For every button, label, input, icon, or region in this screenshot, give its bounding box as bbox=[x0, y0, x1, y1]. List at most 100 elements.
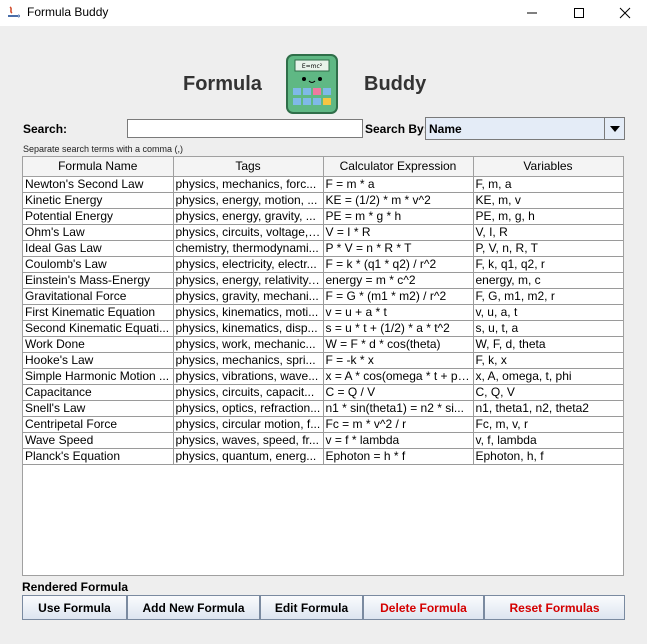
cell-variables[interactable]: F, m, a bbox=[473, 176, 623, 193]
cell-calculator-expression[interactable]: PE = m * g * h bbox=[323, 208, 474, 225]
cell-variables[interactable]: Fc, m, v, r bbox=[473, 416, 623, 433]
cell-calculator-expression[interactable]: F = G * (m1 * m2) / r^2 bbox=[323, 288, 474, 305]
cell-tags[interactable]: physics, energy, motion, ... bbox=[173, 192, 324, 209]
search-input[interactable] bbox=[127, 119, 363, 138]
table-row[interactable]: Potential Energy physics, energy, gravity… bbox=[23, 208, 623, 225]
table-row[interactable]: Ohm's Law physics, circuits, voltage, ...… bbox=[23, 224, 623, 241]
cell-variables[interactable]: W, F, d, theta bbox=[473, 336, 623, 353]
table-row[interactable]: Coulomb's Law physics, electricity, elect… bbox=[23, 256, 623, 273]
edit-formula-button[interactable]: Edit Formula bbox=[260, 595, 363, 620]
use-formula-button[interactable]: Use Formula bbox=[22, 595, 127, 620]
cell-formula-name[interactable]: Potential Energy bbox=[23, 208, 174, 225]
cell-variables[interactable]: F, k, x bbox=[473, 352, 623, 369]
cell-tags[interactable]: physics, circular motion, f... bbox=[173, 416, 324, 433]
table-row[interactable]: Wave Speed physics, waves, speed, fr... v … bbox=[23, 432, 623, 449]
cell-calculator-expression[interactable]: V = I * R bbox=[323, 224, 474, 241]
cell-calculator-expression[interactable]: W = F * d * cos(theta) bbox=[323, 336, 474, 353]
column-header-tags[interactable]: Tags bbox=[173, 157, 324, 177]
cell-variables[interactable]: Ephoton, h, f bbox=[473, 448, 623, 465]
cell-tags[interactable]: physics, energy, gravity, ... bbox=[173, 208, 324, 225]
cell-formula-name[interactable]: Einstein's Mass-Energy bbox=[23, 272, 174, 289]
cell-tags[interactable]: physics, optics, refraction... bbox=[173, 400, 324, 417]
cell-formula-name[interactable]: Ohm's Law bbox=[23, 224, 174, 241]
cell-tags[interactable]: physics, kinematics, disp... bbox=[173, 320, 324, 337]
cell-formula-name[interactable]: Coulomb's Law bbox=[23, 256, 174, 273]
add-new-formula-button[interactable]: Add New Formula bbox=[127, 595, 260, 620]
table-row[interactable]: Ideal Gas Law chemistry, thermodynami... P… bbox=[23, 240, 623, 257]
table-row[interactable]: Snell's Law physics, optics, refraction..… bbox=[23, 400, 623, 417]
cell-formula-name[interactable]: Second Kinematic Equati... bbox=[23, 320, 174, 337]
cell-formula-name[interactable]: Kinetic Energy bbox=[23, 192, 174, 209]
cell-tags[interactable]: physics, waves, speed, fr... bbox=[173, 432, 324, 449]
cell-tags[interactable]: physics, mechanics, spri... bbox=[173, 352, 324, 369]
cell-variables[interactable]: F, k, q1, q2, r bbox=[473, 256, 623, 273]
table-row[interactable]: Einstein's Mass-Energy physics, energy, r… bbox=[23, 272, 623, 289]
cell-variables[interactable]: x, A, omega, t, phi bbox=[473, 368, 623, 385]
cell-tags[interactable]: physics, energy, relativity,... bbox=[173, 272, 324, 289]
maximize-button[interactable] bbox=[556, 0, 602, 26]
table-row[interactable]: Simple Harmonic Motion ... physics, vibra… bbox=[23, 368, 623, 385]
cell-calculator-expression[interactable]: P * V = n * R * T bbox=[323, 240, 474, 257]
cell-variables[interactable]: P, V, n, R, T bbox=[473, 240, 623, 257]
cell-formula-name[interactable]: Work Done bbox=[23, 336, 174, 353]
table-row[interactable]: First Kinematic Equation physics, kinemat… bbox=[23, 304, 623, 321]
cell-formula-name[interactable]: First Kinematic Equation bbox=[23, 304, 174, 321]
dropdown-arrow-button[interactable] bbox=[604, 118, 624, 139]
table-row[interactable]: Newton's Second Law physics, mechanics, f… bbox=[23, 176, 623, 193]
cell-calculator-expression[interactable]: v = u + a * t bbox=[323, 304, 474, 321]
table-row[interactable]: Gravitational Force physics, gravity, mec… bbox=[23, 288, 623, 305]
cell-tags[interactable]: physics, circuits, capacit... bbox=[173, 384, 324, 401]
cell-calculator-expression[interactable]: KE = (1/2) * m * v^2 bbox=[323, 192, 474, 209]
cell-tags[interactable]: physics, quantum, energ... bbox=[173, 448, 324, 465]
cell-tags[interactable]: physics, electricity, electr... bbox=[173, 256, 324, 273]
cell-variables[interactable]: C, Q, V bbox=[473, 384, 623, 401]
column-header-calculator-expression[interactable]: Calculator Expression bbox=[323, 157, 474, 177]
delete-formula-button[interactable]: Delete Formula bbox=[363, 595, 484, 620]
cell-calculator-expression[interactable]: s = u * t + (1/2) * a * t^2 bbox=[323, 320, 474, 337]
cell-tags[interactable]: physics, kinematics, moti... bbox=[173, 304, 324, 321]
cell-formula-name[interactable]: Snell's Law bbox=[23, 400, 174, 417]
cell-variables[interactable]: energy, m, c bbox=[473, 272, 623, 289]
cell-variables[interactable]: KE, m, v bbox=[473, 192, 623, 209]
table-row[interactable]: Centripetal Force physics, circular motio… bbox=[23, 416, 623, 433]
cell-calculator-expression[interactable]: Ephoton = h * f bbox=[323, 448, 474, 465]
cell-calculator-expression[interactable]: C = Q / V bbox=[323, 384, 474, 401]
cell-variables[interactable]: V, I, R bbox=[473, 224, 623, 241]
cell-variables[interactable]: n1, theta1, n2, theta2 bbox=[473, 400, 623, 417]
column-header-formula-name[interactable]: Formula Name bbox=[23, 157, 174, 177]
table-row[interactable]: Second Kinematic Equati... physics, kinem… bbox=[23, 320, 623, 337]
minimize-button[interactable] bbox=[509, 0, 555, 26]
cell-calculator-expression[interactable]: n1 * sin(theta1) = n2 * si... bbox=[323, 400, 474, 417]
cell-calculator-expression[interactable]: F = k * (q1 * q2) / r^2 bbox=[323, 256, 474, 273]
formula-table[interactable]: Formula Name Tags Calculator Expression … bbox=[22, 156, 624, 576]
cell-formula-name[interactable]: Newton's Second Law bbox=[23, 176, 174, 193]
cell-formula-name[interactable]: Ideal Gas Law bbox=[23, 240, 174, 257]
cell-formula-name[interactable]: Planck's Equation bbox=[23, 448, 174, 465]
cell-variables[interactable]: v, u, a, t bbox=[473, 304, 623, 321]
table-row[interactable]: Work Done physics, work, mechanic... W = F… bbox=[23, 336, 623, 353]
cell-variables[interactable]: s, u, t, a bbox=[473, 320, 623, 337]
table-row[interactable]: Planck's Equation physics, quantum, energ… bbox=[23, 448, 623, 465]
close-button[interactable] bbox=[602, 0, 647, 26]
cell-formula-name[interactable]: Centripetal Force bbox=[23, 416, 174, 433]
reset-formulas-button[interactable]: Reset Formulas bbox=[484, 595, 625, 620]
cell-variables[interactable]: PE, m, g, h bbox=[473, 208, 623, 225]
cell-formula-name[interactable]: Hooke's Law bbox=[23, 352, 174, 369]
cell-tags[interactable]: physics, work, mechanic... bbox=[173, 336, 324, 353]
cell-tags[interactable]: physics, vibrations, wave... bbox=[173, 368, 324, 385]
cell-formula-name[interactable]: Wave Speed bbox=[23, 432, 174, 449]
cell-formula-name[interactable]: Simple Harmonic Motion ... bbox=[23, 368, 174, 385]
cell-calculator-expression[interactable]: Fc = m * v^2 / r bbox=[323, 416, 474, 433]
cell-tags[interactable]: physics, mechanics, forc... bbox=[173, 176, 324, 193]
cell-variables[interactable]: F, G, m1, m2, r bbox=[473, 288, 623, 305]
cell-calculator-expression[interactable]: x = A * cos(omega * t + phi) bbox=[323, 368, 474, 385]
table-row[interactable]: Kinetic Energy physics, energy, motion, .… bbox=[23, 192, 623, 209]
cell-formula-name[interactable]: Capacitance bbox=[23, 384, 174, 401]
cell-tags[interactable]: physics, circuits, voltage, ... bbox=[173, 224, 324, 241]
cell-calculator-expression[interactable]: energy = m * c^2 bbox=[323, 272, 474, 289]
cell-tags[interactable]: chemistry, thermodynami... bbox=[173, 240, 324, 257]
cell-variables[interactable]: v, f, lambda bbox=[473, 432, 623, 449]
table-row[interactable]: Hooke's Law physics, mechanics, spri... F … bbox=[23, 352, 623, 369]
cell-calculator-expression[interactable]: v = f * lambda bbox=[323, 432, 474, 449]
search-by-dropdown[interactable]: Name bbox=[425, 117, 625, 140]
